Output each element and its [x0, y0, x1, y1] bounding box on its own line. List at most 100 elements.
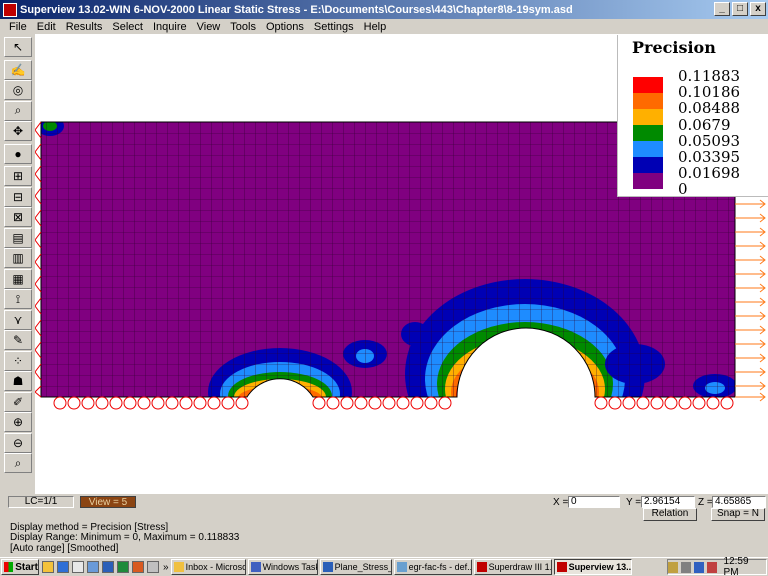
y-coordinate-field[interactable]: 2.96154	[641, 496, 695, 508]
y-axis-view-button[interactable]: ⊟	[4, 186, 32, 207]
legend-value: 0.01698	[678, 164, 741, 183]
rotate-button[interactable]: ◎	[4, 80, 32, 100]
windows-taskbar: Start » Inbox - Microsof... Windows Task…	[0, 556, 768, 576]
legend-value: 0.0679	[678, 115, 731, 134]
superview-window: { "window": { "title": "Superview 13.02-…	[0, 0, 768, 576]
close-button[interactable]: x	[750, 2, 766, 16]
x-coordinate-field[interactable]: 0	[568, 496, 620, 508]
task-windows-task-manager[interactable]: Windows Task M...	[247, 559, 318, 575]
menu-select[interactable]: Select	[107, 21, 148, 33]
powerpoint-icon[interactable]	[132, 561, 144, 573]
view-toolbar: ↖ ✍ ◎ ⌕ ✥ ● ⊞ ⊟ ⊠ ▤ ▥ ▦ ⟟ ⋎ ✎ ⁘ ☗ ✐ ⊕ ⊖ ⌕	[4, 37, 32, 497]
start-button[interactable]: Start	[1, 559, 39, 575]
legend-value: 0.10186	[678, 83, 741, 102]
menu-options[interactable]: Options	[261, 21, 309, 33]
menu-help[interactable]: Help	[359, 21, 392, 33]
legend-swatch	[633, 77, 663, 93]
isometric-view-icon: ⟟	[15, 291, 21, 306]
neg-x-view-icon: ▤	[12, 230, 24, 245]
legend-swatch	[633, 109, 663, 125]
menu-view[interactable]: View	[192, 21, 226, 33]
quicklaunch-chevron-icon[interactable]: »	[163, 562, 169, 573]
legend-color-bar	[633, 77, 663, 189]
zoom-in-icon: ⊕	[12, 415, 24, 429]
zoom-window-icon: ⌕	[14, 103, 22, 117]
pencil-button[interactable]: ✎	[4, 330, 32, 350]
legend-value: 0	[678, 180, 688, 199]
legend-swatch	[633, 157, 663, 173]
maximize-button[interactable]: □	[732, 2, 748, 16]
tray-security-icon[interactable]	[706, 561, 717, 573]
precision-legend: Precision 0.11883 0.10186 0.08488 0.0679 0.0…	[617, 35, 768, 197]
neg-x-view-button[interactable]: ▤	[4, 227, 32, 248]
z-axis-view-icon: ⊠	[12, 210, 24, 224]
relation-button[interactable]: Relation	[643, 508, 697, 521]
clock: 12:59 PM	[723, 556, 749, 576]
ie-icon[interactable]	[57, 561, 69, 573]
calculator-icon[interactable]	[147, 561, 159, 573]
load-case-indicator[interactable]: LC=1/1	[8, 496, 74, 508]
z-coordinate-field[interactable]: 4.65865	[712, 496, 766, 508]
brush-button[interactable]: ✐	[4, 391, 32, 412]
pan-icon: ✥	[12, 124, 24, 138]
pick-icon: ✍	[10, 62, 26, 77]
menu-results[interactable]: Results	[61, 21, 108, 33]
x-axis-view-icon: ⊞	[12, 169, 24, 183]
figure-icon: ☗	[12, 374, 24, 388]
auto-range-text: [Auto range] [Smoothed]	[10, 543, 119, 554]
legend-swatch	[633, 141, 663, 157]
menu-settings[interactable]: Settings	[309, 21, 359, 33]
zoom-in-button[interactable]: ⊕	[4, 412, 32, 432]
x-axis-view-button[interactable]: ⊞	[4, 166, 32, 186]
z-axis-view-button[interactable]: ⊠	[4, 207, 32, 227]
fit-button[interactable]: ⁘	[4, 350, 32, 371]
z-label: Z =	[698, 497, 713, 508]
left-constraints	[35, 121, 42, 398]
x-label: X =	[553, 497, 569, 508]
legend-value: 0.11883	[678, 67, 741, 85]
explorer-icon[interactable]	[72, 561, 84, 573]
shade-button[interactable]: ●	[4, 143, 32, 164]
legend-swatch	[633, 93, 663, 109]
y-axis-view-icon: ⊟	[12, 189, 24, 204]
menu-edit[interactable]: Edit	[32, 21, 61, 33]
task-egr-fac-fs[interactable]: egr-fac-fs - def...	[393, 559, 472, 575]
pan-button[interactable]: ✥	[4, 121, 32, 141]
zoom-out-button[interactable]: ⊖	[4, 432, 32, 453]
legend-value: 0.03395	[678, 147, 741, 166]
menu-tools[interactable]: Tools	[225, 21, 261, 33]
zoom-all-icon: ⌕	[14, 455, 22, 470]
menu-inquire[interactable]: Inquire	[148, 21, 192, 33]
fit-icon: ⁘	[12, 353, 24, 368]
view-indicator[interactable]: View = 5	[80, 496, 136, 508]
figure-button[interactable]: ☗	[4, 371, 32, 391]
minimize-button[interactable]: _	[714, 2, 730, 16]
tray-volume-icon[interactable]	[680, 561, 691, 573]
task-inbox[interactable]: Inbox - Microsof...	[170, 559, 246, 575]
word-icon[interactable]	[102, 561, 114, 573]
excel-icon[interactable]	[117, 561, 129, 573]
neg-y-view-button[interactable]: ▥	[4, 248, 32, 268]
tray-app-icon[interactable]	[693, 561, 704, 573]
tray-network-icon[interactable]	[667, 561, 678, 573]
pick-button[interactable]: ✍	[4, 59, 32, 80]
legend-value: 0.05093	[678, 131, 741, 150]
zoom-all-button[interactable]: ⌕	[4, 453, 32, 473]
bottom-rollers	[53, 396, 734, 410]
neg-z-view-button[interactable]: ▦	[4, 268, 32, 289]
pointer-button[interactable]: ↖	[4, 37, 32, 57]
desktop-icon[interactable]	[42, 561, 54, 573]
app-icon	[3, 2, 17, 17]
pointer-icon: ↖	[12, 40, 24, 54]
task-superdraw[interactable]: Superdraw III 1...	[473, 559, 552, 575]
zoom-window-button[interactable]: ⌕	[4, 100, 32, 121]
task-superview[interactable]: Superview 13....	[553, 559, 632, 575]
menu-file[interactable]: File	[4, 21, 32, 33]
isometric-view-button[interactable]: ⟟	[4, 289, 32, 309]
legend-values: 0.11883 0.10186 0.08488 0.0679 0.05093 0.0339…	[678, 68, 740, 198]
dimetric-view-button[interactable]: ⋎	[4, 309, 32, 330]
outlook-icon[interactable]	[87, 561, 99, 573]
legend-swatch	[633, 125, 663, 141]
task-plane-stress[interactable]: Plane_Stress_Pr...	[319, 559, 392, 575]
snap-button[interactable]: Snap = N	[711, 508, 765, 521]
